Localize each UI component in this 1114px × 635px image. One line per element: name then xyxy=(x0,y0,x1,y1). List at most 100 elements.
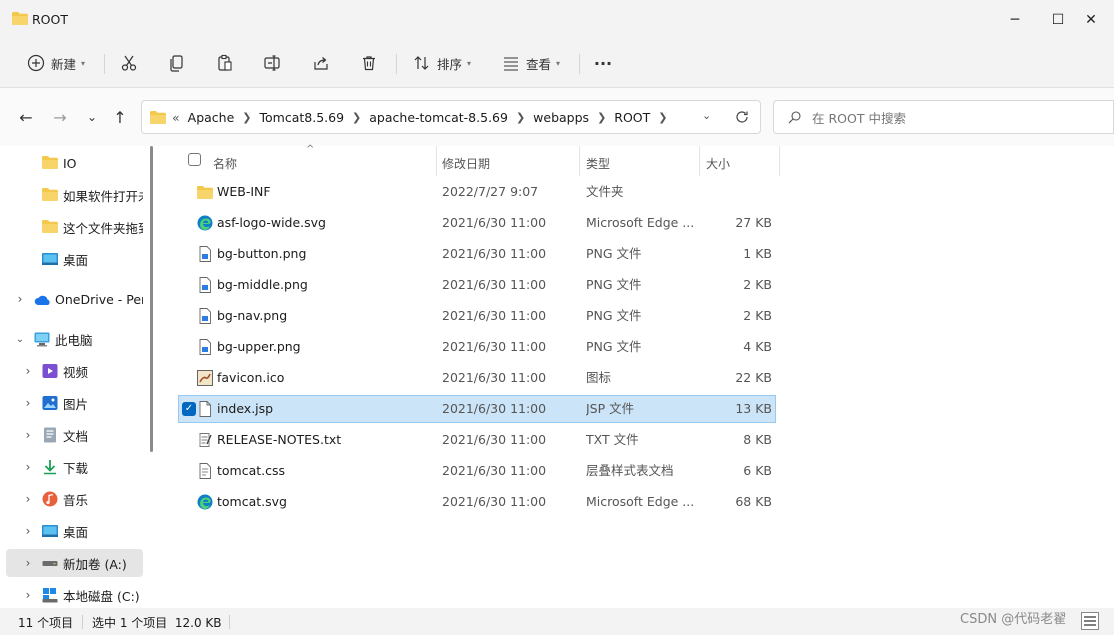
file-row[interactable]: bg-nav.png 2021/6/30 11:00 PNG 文件 2 KB xyxy=(178,302,776,330)
chevron-right-icon[interactable]: ❯ xyxy=(352,111,361,124)
onedrive-icon xyxy=(34,295,50,305)
refresh-icon[interactable] xyxy=(735,110,749,124)
file-type: PNG 文件 xyxy=(586,246,642,261)
chevron-right-icon[interactable]: › xyxy=(22,364,34,378)
sort-button[interactable]: 排序 ▾ xyxy=(408,48,476,78)
chevron-right-icon[interactable]: › xyxy=(22,396,34,410)
sidebar-item-drive-c[interactable]: › 本地磁盘 (C:) xyxy=(6,581,143,609)
sidebar-item-pictures[interactable]: › 图片 xyxy=(6,389,143,417)
rename-icon xyxy=(264,55,280,71)
breadcrumb-item[interactable]: ROOT xyxy=(614,110,650,125)
paste-button[interactable] xyxy=(212,48,238,78)
file-row[interactable]: WEB-INF 2022/7/27 9:07 文件夹 xyxy=(178,178,776,206)
file-row[interactable]: RELEASE-NOTES.txt 2021/6/30 11:00 TXT 文件… xyxy=(178,426,776,454)
file-row[interactable]: bg-middle.png 2021/6/30 11:00 PNG 文件 2 K… xyxy=(178,271,776,299)
copy-button[interactable] xyxy=(164,48,190,78)
sidebar-item-documents[interactable]: › 文档 xyxy=(6,421,143,449)
sidebar-item-music[interactable]: › 音乐 xyxy=(6,485,143,513)
file-row[interactable]: bg-button.png 2021/6/30 11:00 PNG 文件 1 K… xyxy=(178,240,776,268)
select-all-checkbox[interactable] xyxy=(188,153,201,166)
column-header-date[interactable]: 修改日期 xyxy=(442,150,490,176)
chevron-right-icon[interactable]: › xyxy=(22,460,34,474)
chevron-right-icon[interactable]: › xyxy=(22,556,34,570)
up-button[interactable]: ↑ xyxy=(108,106,132,128)
chevron-down-icon[interactable]: ⌄ xyxy=(14,334,26,345)
chevron-right-icon[interactable]: › xyxy=(22,524,34,538)
breadcrumb-overflow[interactable]: « xyxy=(172,110,180,125)
address-history-icon[interactable]: ⌄ xyxy=(702,109,711,122)
sidebar-item-folder-3[interactable]: 这个文件夹拖到 xyxy=(6,213,143,241)
file-icon xyxy=(199,401,211,417)
rename-button[interactable] xyxy=(259,48,285,78)
view-label: 查看 xyxy=(525,56,551,72)
chevron-right-icon[interactable]: ❯ xyxy=(516,111,525,124)
file-row[interactable]: asf-logo-wide.svg 2021/6/30 11:00 Micros… xyxy=(178,209,776,237)
sidebar-item-downloads[interactable]: › 下载 xyxy=(6,453,143,481)
chevron-right-icon[interactable]: › xyxy=(22,588,34,602)
new-label: 新建 xyxy=(50,56,76,72)
trash-icon xyxy=(363,56,375,71)
column-divider[interactable] xyxy=(699,146,700,176)
column-divider[interactable] xyxy=(436,146,437,176)
file-type: PNG 文件 xyxy=(586,308,642,323)
breadcrumb-item[interactable]: apache-tomcat-8.5.69 xyxy=(369,110,508,125)
column-header-name[interactable]: 名称 xyxy=(213,150,237,176)
sidebar-item-this-pc[interactable]: ⌄ 此电脑 xyxy=(6,325,143,353)
forward-button[interactable]: → xyxy=(48,106,72,128)
search-input[interactable] xyxy=(812,108,1102,128)
file-row[interactable]: favicon.ico 2021/6/30 11:00 图标 22 KB xyxy=(178,364,776,392)
back-button[interactable]: ← xyxy=(14,106,38,128)
image-file-icon xyxy=(199,308,211,324)
file-name: tomcat.css xyxy=(217,463,286,478)
sidebar-item-onedrive[interactable]: › OneDrive - Pers xyxy=(6,285,143,313)
chevron-right-icon[interactable]: ❯ xyxy=(242,111,251,124)
chevron-right-icon[interactable]: › xyxy=(22,492,34,506)
documents-icon xyxy=(44,427,56,443)
copy-icon xyxy=(170,55,183,72)
file-row[interactable]: bg-upper.png 2021/6/30 11:00 PNG 文件 4 KB xyxy=(178,333,776,361)
close-button[interactable]: ✕ xyxy=(1068,0,1114,40)
sidebar-item-io[interactable]: IO xyxy=(6,149,143,177)
new-button[interactable]: 新建 ▾ xyxy=(22,48,90,78)
chevron-right-icon[interactable]: › xyxy=(22,428,34,442)
share-button[interactable] xyxy=(308,48,334,78)
file-date: 2022/7/27 9:07 xyxy=(442,184,539,199)
column-divider[interactable] xyxy=(779,146,780,176)
chevron-right-icon[interactable]: › xyxy=(14,292,26,306)
chevron-right-icon[interactable]: ❯ xyxy=(597,111,606,124)
file-date: 2021/6/30 11:00 xyxy=(442,494,547,509)
cut-button[interactable] xyxy=(116,48,142,78)
sidebar-item-label: 文档 xyxy=(63,428,89,444)
delete-button[interactable] xyxy=(356,48,382,78)
breadcrumb-item[interactable]: Apache xyxy=(188,110,235,125)
column-header-size[interactable]: 大小 xyxy=(706,150,730,176)
details-view-button[interactable] xyxy=(1081,612,1099,630)
file-row[interactable]: tomcat.css 2021/6/30 11:00 层叠样式表文档 6 KB xyxy=(178,457,776,485)
breadcrumb-item[interactable]: webapps xyxy=(533,110,589,125)
chevron-right-icon[interactable]: ❯ xyxy=(658,111,667,124)
file-row-selected[interactable]: ✓ index.jsp 2021/6/30 11:00 JSP 文件 13 KB xyxy=(178,395,776,423)
sidebar-item-drive-a[interactable]: › 新加卷 (A:) xyxy=(6,549,143,577)
row-checkbox-checked[interactable]: ✓ xyxy=(182,402,196,416)
sidebar-scrollbar[interactable] xyxy=(150,146,153,452)
sidebar-item-folder-2[interactable]: 如果软件打开未 xyxy=(6,181,143,209)
toolbar-divider xyxy=(396,54,397,74)
minimize-button[interactable]: ─ xyxy=(992,0,1038,40)
view-list-icon xyxy=(503,57,518,71)
file-row[interactable]: tomcat.svg 2021/6/30 11:00 Microsoft Edg… xyxy=(178,488,776,516)
sidebar-item-desktop-quick[interactable]: 桌面 xyxy=(6,245,143,273)
recent-locations-button[interactable]: ⌄ xyxy=(80,106,104,128)
column-divider[interactable] xyxy=(579,146,580,176)
address-bar[interactable]: « Apache ❯ Tomcat8.5.69 ❯ apache-tomcat-… xyxy=(141,100,761,134)
sidebar-item-desktop[interactable]: › 桌面 xyxy=(6,517,143,545)
sidebar-item-videos[interactable]: › 视频 xyxy=(6,357,143,385)
view-button[interactable]: 查看 ▾ xyxy=(497,48,565,78)
search-box[interactable] xyxy=(773,100,1114,134)
image-file-icon xyxy=(199,246,211,262)
file-size: 68 KB xyxy=(735,494,772,509)
more-button[interactable]: ··· xyxy=(590,48,616,78)
image-file-icon xyxy=(199,277,211,293)
column-header-type[interactable]: 类型 xyxy=(586,150,610,176)
file-date: 2021/6/30 11:00 xyxy=(442,370,547,385)
breadcrumb-item[interactable]: Tomcat8.5.69 xyxy=(260,110,345,125)
